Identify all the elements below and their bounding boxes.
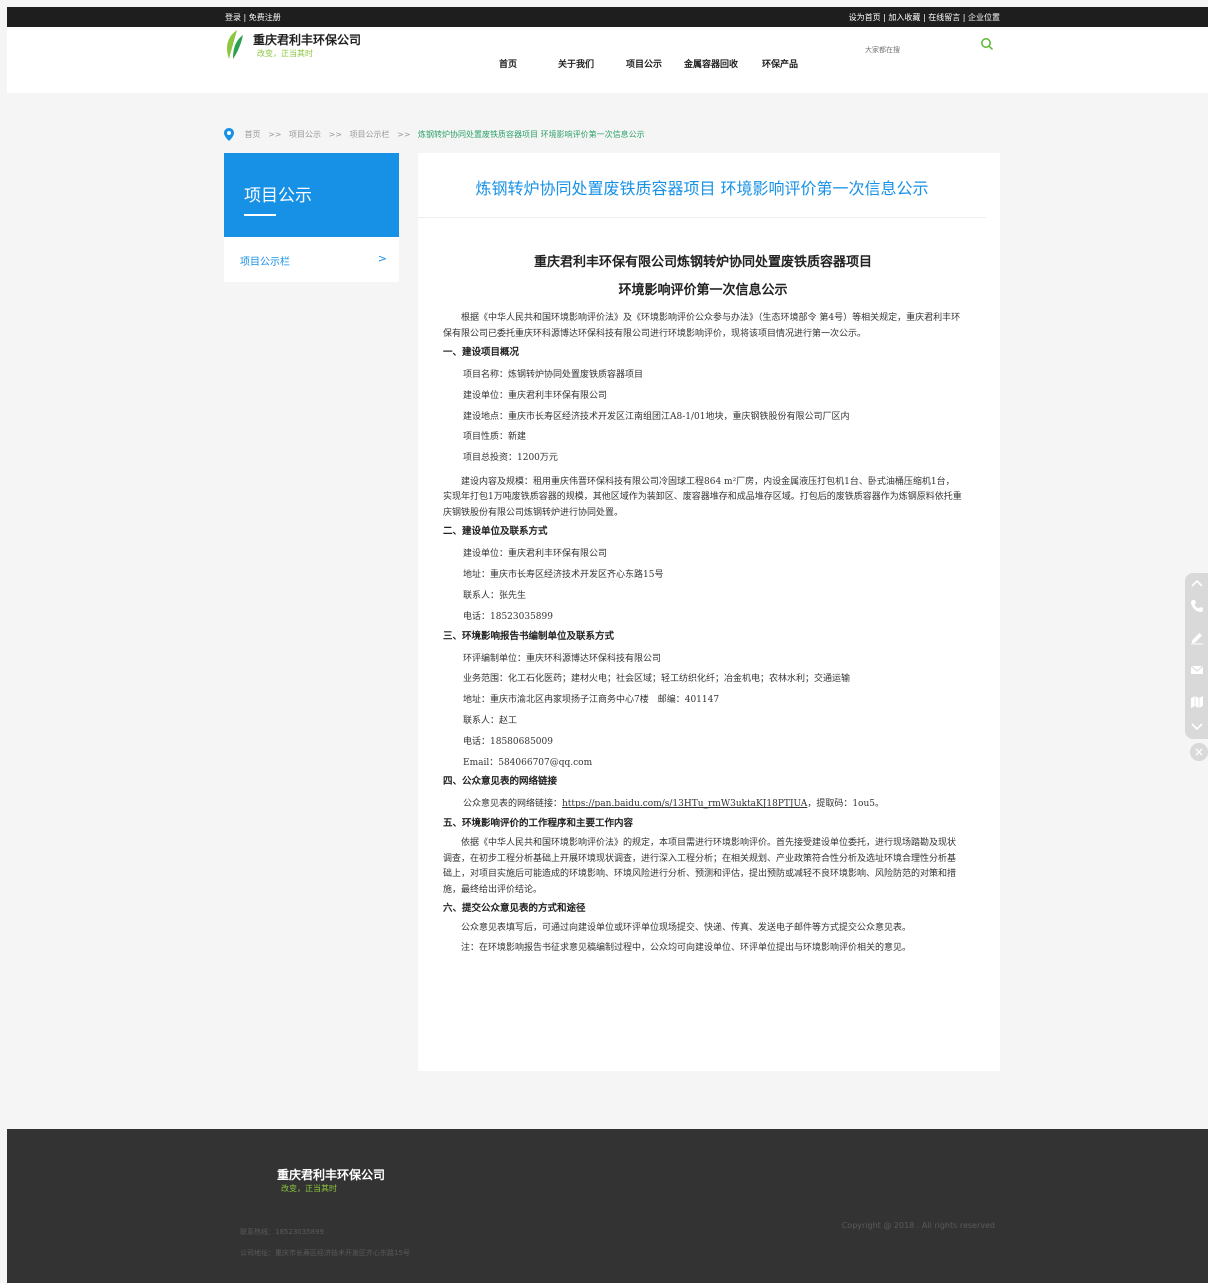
message-link[interactable]: 在线留言 (928, 13, 960, 22)
section-heading: 六、提交公众意见表的方式和途径 (443, 903, 586, 915)
article-panel: 炼钢转炉协同处置废铁质容器项目 环境影响评价第一次信息公示 重庆君利丰环保有限公… (418, 153, 1000, 1071)
nav-metal-recycling[interactable]: 金属容器回收 (684, 57, 738, 70)
eia-address: 地址：重庆市渝北区冉家坝扬子江商务中心7楼 邮编：401147 (463, 695, 720, 706)
article-body: 重庆君利丰环保有限公司炼钢转炉协同处置废铁质容器项目 环境影响评价第一次信息公示… (443, 251, 963, 960)
nav-eco-products[interactable]: 环保产品 (762, 57, 798, 70)
sidebar-title-underline (244, 214, 276, 216)
opinion-form-link-line: 公众意见表的网络链接：https://pan.baidu.com/s/13HTu… (443, 794, 963, 815)
breadcrumb-separator: >> (268, 130, 282, 139)
nav-about[interactable]: 关于我们 (558, 57, 594, 70)
note-paragraph: 注：在环境影响报告书征求意见稿编制过程中，公众均可向建设单位、环评单位提出与环境… (461, 942, 912, 953)
article-title-line2: 环境影响评价第一次信息公示 (618, 283, 788, 298)
owner-phone: 电话：18523035899 (463, 611, 553, 622)
location-pin-icon (224, 128, 234, 141)
top-bar-left: 登录 | 免费注册 (225, 12, 281, 23)
search-icon[interactable] (980, 37, 994, 51)
link-suffix: ，提取码：1ou5。 (807, 799, 884, 810)
breadcrumb-separator: >> (328, 130, 342, 139)
footer-copyright: Copyright @ 2018 . All rights reserved (841, 1221, 995, 1230)
phone-icon[interactable] (1190, 599, 1204, 613)
separator: | (883, 13, 886, 22)
page-title: 炼钢转炉协同处置废铁质容器项目 环境影响评价第一次信息公示 (475, 179, 929, 198)
company-name: 重庆君利丰环保公司 (253, 33, 362, 47)
intro-paragraph: 根据《中华人民共和国环境影响评价法》及《环境影响评价公众参与办法》（生态环境部令… (443, 313, 961, 339)
breadcrumb-project-board[interactable]: 项目公示栏 (350, 130, 390, 139)
title-divider (418, 217, 986, 218)
project-nature: 项目性质：新建 (463, 432, 527, 443)
search-input[interactable] (865, 46, 965, 54)
map-icon[interactable] (1190, 695, 1204, 709)
mail-icon[interactable] (1190, 663, 1204, 677)
footer-phone: 联系热线：18523035899 (240, 1228, 324, 1236)
sidebar-title: 项目公示 (244, 186, 312, 206)
close-icon[interactable] (1190, 743, 1208, 761)
construction-place: 建设地点：重庆市长寿区经济技术开发区江南组团江A8-1/01地块，重庆钢铁股份有… (463, 411, 850, 422)
chevron-down-icon[interactable] (1190, 719, 1204, 733)
site-footer: 重庆君利丰环保公司 改变，正当其时 联系热线：18523035899 公司地址：… (7, 1129, 1208, 1283)
footer-company-name: 重庆君利丰环保公司 (277, 1168, 386, 1182)
site-header: 重庆君利丰环保公司 改变，正当其时 首页 关于我们 项目公示 金属容器回收 环保… (7, 27, 1208, 93)
footer-address: 公司地址：重庆市长寿区经济技术开发区齐心东路15号 (240, 1249, 410, 1257)
nav-projects[interactable]: 项目公示 (626, 57, 662, 70)
separator: | (962, 13, 966, 22)
leaf-logo-icon (227, 30, 243, 59)
sidebar: 项目公示 项目公示栏 > (224, 153, 399, 282)
work-procedure-paragraph: 依据《中华人民共和国环境影响评价法》的规定，本项目需进行环境影响评价。首先接受建… (443, 838, 957, 895)
construction-unit: 建设单位：重庆君利丰环保有限公司 (463, 390, 608, 401)
favorite-link[interactable]: 加入收藏 (888, 13, 920, 22)
eia-scope: 业务范围：化工石化医药；建材火电；社会区域；轻工纺织化纤；冶金机电；农林水利；交… (463, 674, 851, 685)
eia-unit: 环评编制单位：重庆环科源博达环保科技有限公司 (463, 653, 662, 664)
company-slogan: 改变，正当其时 (257, 49, 313, 58)
submission-paragraph: 公众意见表填写后，可通过向建设单位或环评单位现场提交、快递、传真、发送电子邮件等… (461, 923, 912, 934)
search-box (865, 37, 1000, 54)
link-prefix: 公众意见表的网络链接： (463, 799, 563, 810)
footer-slogan: 改变，正当其时 (281, 1184, 337, 1193)
separator: | (243, 13, 247, 22)
login-link[interactable]: 登录 (225, 13, 241, 22)
breadcrumb-projects[interactable]: 项目公示 (289, 130, 321, 139)
edit-icon[interactable] (1190, 631, 1204, 645)
opinion-form-link[interactable]: https://pan.baidu.com/s/13HTu_rmW3uktaKJ… (562, 799, 807, 809)
separator: | (922, 13, 926, 22)
eia-email: Email：584066707@qq.com (463, 757, 593, 768)
location-link[interactable]: 企业位置 (968, 13, 1000, 22)
chevron-right-icon: > (377, 252, 387, 265)
top-bar: 登录 | 免费注册 设为首页 | 加入收藏 | 在线留言 | 企业位置 (7, 7, 1208, 27)
section-heading: 五、环境影响评价的工作程序和主要工作内容 (443, 818, 634, 830)
owner-contact: 联系人：张先生 (463, 591, 527, 602)
floating-toolbar (1185, 573, 1208, 739)
breadcrumb-home[interactable]: 首页 (245, 130, 261, 139)
nav-home[interactable]: 首页 (499, 57, 517, 70)
breadcrumb-separator: >> (397, 130, 411, 139)
eia-phone: 电话：18580685009 (463, 736, 553, 747)
sidebar-header: 项目公示 (224, 153, 399, 237)
sidebar-item-label: 项目公示栏 (240, 257, 290, 268)
set-home-link[interactable]: 设为首页 (849, 13, 881, 22)
section-heading: 四、公众意见表的网络链接 (443, 776, 558, 788)
article-title-line1: 重庆君利丰环保有限公司炼钢转炉协同处置废铁质容器项目 (533, 255, 872, 270)
owner-address: 地址：重庆市长寿区经济技术开发区齐心东路15号 (463, 570, 664, 581)
register-link[interactable]: 免费注册 (249, 13, 281, 22)
section-heading: 一、建设项目概况 (443, 347, 520, 358)
project-name: 项目名称：炼钢转炉协同处置废铁质容器项目 (463, 370, 644, 380)
site-logo[interactable]: 重庆君利丰环保公司 改变，正当其时 (223, 29, 373, 63)
chevron-up-icon[interactable] (1190, 577, 1204, 591)
breadcrumb: 首页 >> 项目公示 >> 项目公示栏 >> 炼钢转炉协同处置废铁质容器项目 环… (224, 128, 645, 141)
breadcrumb-current: 炼钢转炉协同处置废铁质容器项目 环境影响评价第一次信息公示 (418, 130, 645, 139)
eia-contact: 联系人：赵工 (463, 716, 518, 727)
sidebar-item-project-board[interactable]: 项目公示栏 > (224, 237, 399, 282)
section-heading: 二、建设单位及联系方式 (443, 526, 548, 538)
top-bar-right: 设为首页 | 加入收藏 | 在线留言 | 企业位置 (849, 12, 1000, 23)
owner-unit: 建设单位：重庆君利丰环保有限公司 (463, 549, 608, 560)
section-heading: 三、环境影响报告书编制单位及联系方式 (443, 630, 615, 642)
project-investment: 项目总投资：1200万元 (463, 453, 558, 464)
project-scale: 建设内容及规模：租用重庆伟晋环保科技有限公司冷固球工程864 m²厂房，内设金属… (443, 476, 962, 518)
